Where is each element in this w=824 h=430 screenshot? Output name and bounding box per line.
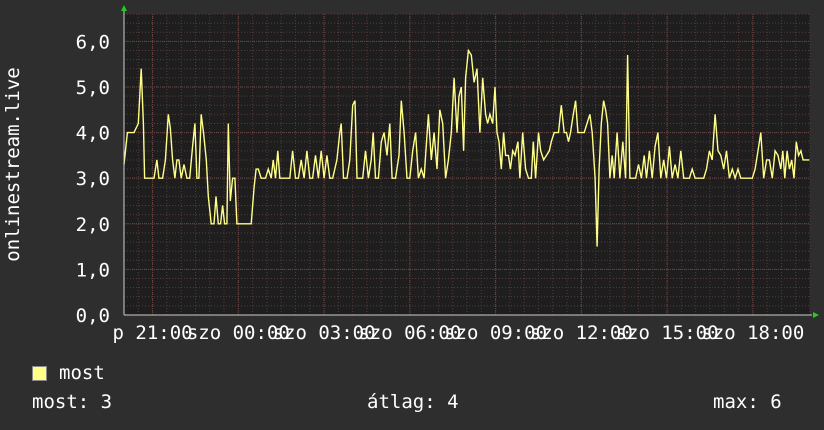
y-tick-label: 1,0 — [76, 259, 110, 281]
stat-maximum: max: 6 — [713, 391, 782, 413]
x-axis-arrow-icon — [813, 312, 819, 318]
y-tick-label: 6,0 — [76, 31, 110, 53]
y-tick-label: 0,0 — [76, 305, 110, 327]
x-axis-ticks: p 21:00szo 00:00szo 03:00szo 06:00szo 09… — [113, 322, 805, 344]
stat-average: átlag: 4 — [367, 391, 459, 413]
legend-label: most — [59, 362, 105, 384]
y-axis-arrow-icon — [121, 5, 127, 11]
y-tick-label: 2,0 — [76, 214, 110, 236]
chart: 0,0 1,0 2,0 3,0 4,0 5,0 6,0 p 21:00szo 00:00sz… — [2, 5, 819, 344]
y-tick-label: 4,0 — [76, 123, 110, 145]
legend: most — [32, 362, 105, 384]
legend-swatch — [32, 365, 47, 381]
x-tick-label: p 21:00 — [113, 322, 193, 344]
y-axis-ticks: 0,0 1,0 2,0 3,0 4,0 5,0 6,0 — [76, 31, 110, 327]
x-tick-label: szo 18:00 — [701, 322, 804, 344]
y-tick-label: 3,0 — [76, 168, 110, 190]
y-axis-label: onlinestream.live — [2, 67, 24, 261]
y-tick-label: 5,0 — [76, 77, 110, 99]
stat-current: most: 3 — [32, 391, 113, 413]
